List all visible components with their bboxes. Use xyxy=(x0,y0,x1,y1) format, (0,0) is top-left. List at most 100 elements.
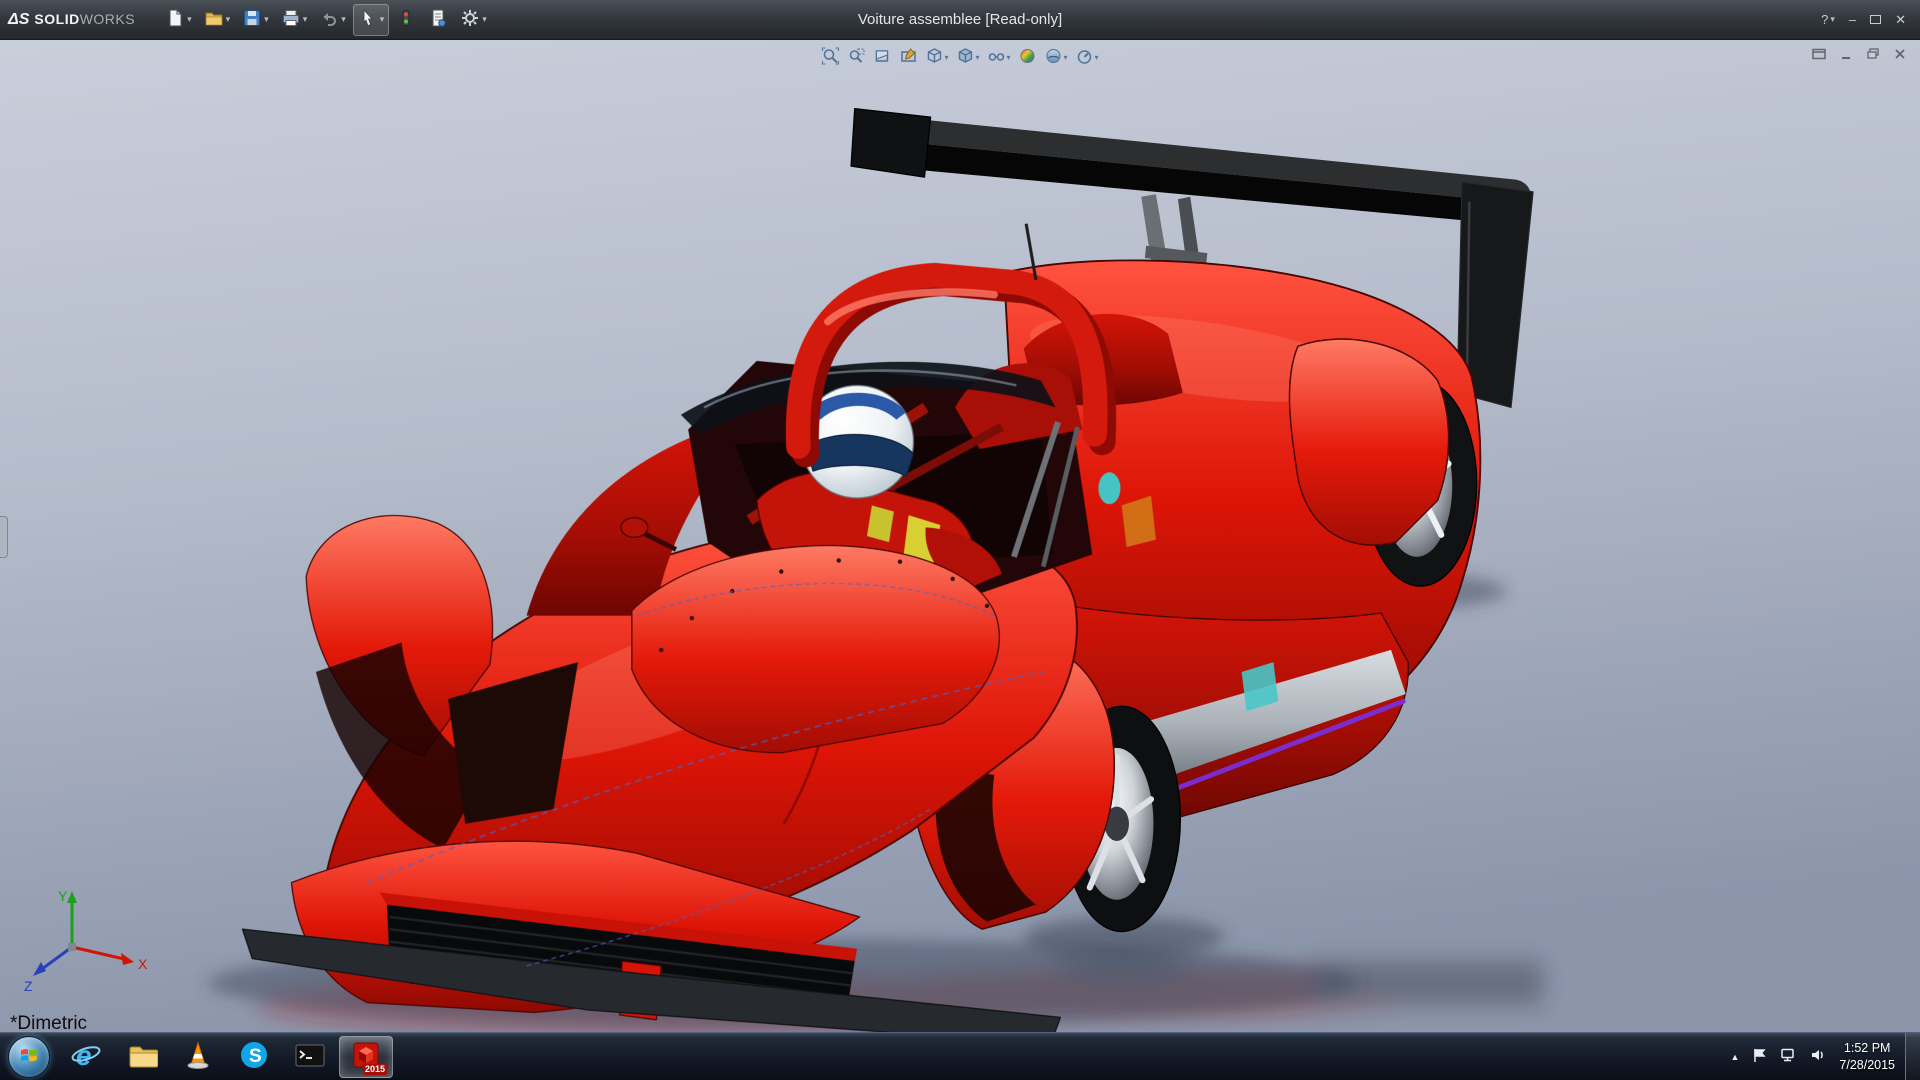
orientation-triad[interactable]: Y X Z xyxy=(22,885,162,1000)
close-button[interactable]: ✕ xyxy=(1895,13,1906,26)
solidworks-logo: ΔS SOLIDWORKS xyxy=(8,11,135,29)
dropdown-arrow-icon: ▾ xyxy=(341,14,346,25)
restore-icon xyxy=(1865,47,1881,64)
3d-model-canvas[interactable] xyxy=(0,40,1920,1032)
file-properties-button[interactable] xyxy=(423,4,453,36)
zoom-to-area-icon xyxy=(847,47,865,68)
maximize-icon xyxy=(1870,15,1881,24)
select-cursor-icon xyxy=(358,8,378,31)
open-button[interactable]: ▾ xyxy=(199,4,236,36)
taskbar-command-prompt-button[interactable] xyxy=(283,1036,337,1078)
window-controls: ?▾ – ✕ xyxy=(1821,13,1912,26)
fullscreen-icon xyxy=(1811,47,1827,64)
rebuild-traffic-light-icon xyxy=(396,8,416,31)
zoom-to-fit-icon xyxy=(821,47,839,68)
open-folder-icon xyxy=(204,8,224,31)
triad-y-label: Y xyxy=(58,888,68,904)
taskbar-skype-button[interactable]: S xyxy=(227,1036,281,1078)
view-orientation-button[interactable]: ▾ xyxy=(921,44,952,70)
select-tool-button[interactable]: ▾ xyxy=(353,4,390,36)
dropdown-arrow-icon: ▾ xyxy=(944,53,948,62)
dropdown-arrow-icon: ▾ xyxy=(380,14,385,25)
apply-scene-icon xyxy=(1045,47,1063,68)
options-gear-icon xyxy=(460,8,480,31)
new-document-button[interactable]: ▾ xyxy=(160,4,197,36)
dropdown-arrow-icon: ▾ xyxy=(1064,53,1068,62)
view-settings-gauge-icon xyxy=(1076,47,1094,68)
windows-taskbar: e S 2015 ▲ 1:52 PM 7/28/2015 xyxy=(0,1032,1920,1080)
flag-icon xyxy=(1752,1047,1767,1066)
taskbar-media-player-button[interactable] xyxy=(171,1036,225,1078)
clock-date: 7/28/2015 xyxy=(1839,1058,1895,1072)
document-restore-button[interactable] xyxy=(1861,45,1885,65)
3d-drawing-view-button[interactable] xyxy=(895,44,921,70)
brand-text-solid: SOLID xyxy=(34,11,79,27)
options-button[interactable]: ▾ xyxy=(455,4,492,36)
apply-scene-button[interactable]: ▾ xyxy=(1041,44,1072,70)
document-minimize-button[interactable] xyxy=(1834,45,1858,65)
network-status-button[interactable] xyxy=(1780,1047,1797,1066)
rebuild-button[interactable] xyxy=(391,4,421,36)
3d-drawing-view-icon xyxy=(899,47,917,68)
start-button[interactable] xyxy=(8,1036,50,1078)
action-center-button[interactable] xyxy=(1752,1047,1767,1066)
display-style-button[interactable]: ▾ xyxy=(952,44,983,70)
triad-z-label: Z xyxy=(24,978,33,994)
close-icon xyxy=(1892,47,1908,64)
triad-x-label: X xyxy=(138,956,148,972)
print-button[interactable]: ▾ xyxy=(276,4,313,36)
taskbar-solidworks-button[interactable]: 2015 xyxy=(339,1036,393,1078)
undo-icon xyxy=(319,8,339,31)
dropdown-arrow-icon: ▾ xyxy=(187,14,192,25)
view-orientation-label: *Dimetric xyxy=(10,1013,87,1032)
document-fullscreen-button[interactable] xyxy=(1807,45,1831,65)
minimize-icon xyxy=(1838,47,1854,64)
window-title: Voiture assemblee [Read-only] xyxy=(858,11,1062,28)
zoom-to-area-button[interactable] xyxy=(843,44,869,70)
windows-flag-icon xyxy=(18,1044,40,1069)
save-button[interactable]: ▾ xyxy=(237,4,274,36)
dropdown-arrow-icon: ▾ xyxy=(226,14,231,25)
help-button[interactable]: ?▾ xyxy=(1821,13,1835,26)
taskbar-internet-explorer-button[interactable]: e xyxy=(59,1036,113,1078)
clock-time: 1:52 PM xyxy=(1844,1041,1891,1055)
save-icon xyxy=(242,8,262,31)
view-settings-button[interactable]: ▾ xyxy=(1072,44,1103,70)
solidworks-window: ΔS SOLIDWORKS ▾ ▾ ▾ ▾ ▾ ▾ xyxy=(0,0,1920,1080)
skype-icon: S xyxy=(238,1039,270,1074)
dropdown-arrow-icon: ▾ xyxy=(1006,53,1010,62)
edit-appearance-button[interactable] xyxy=(1015,44,1041,70)
hide-show-eyeglasses-icon xyxy=(987,47,1005,68)
command-prompt-icon xyxy=(293,1039,327,1074)
graphics-area: ▾ ▾ ▾ ▾ ▾ Y X Z *Dimetric xyxy=(0,40,1920,1032)
taskbar-clock[interactable]: 1:52 PM 7/28/2015 xyxy=(1839,1040,1895,1074)
svg-text:S: S xyxy=(249,1046,262,1067)
minimize-button[interactable]: – xyxy=(1849,13,1856,26)
traffic-cone-icon xyxy=(183,1039,213,1074)
section-view-button[interactable] xyxy=(869,44,895,70)
display-style-icon xyxy=(956,47,974,68)
dropdown-arrow-icon: ▾ xyxy=(482,14,487,25)
svg-text:e: e xyxy=(76,1040,92,1071)
headsup-view-toolbar: ▾ ▾ ▾ ▾ ▾ xyxy=(817,44,1102,70)
system-tray: ▲ 1:52 PM 7/28/2015 xyxy=(1720,1040,1905,1074)
solidworks-year-badge: 2015 xyxy=(363,1064,387,1075)
dropdown-arrow-icon: ▾ xyxy=(1830,15,1835,24)
panel-splitter-handle[interactable] xyxy=(0,516,8,558)
document-close-button[interactable] xyxy=(1888,45,1912,65)
volume-button[interactable] xyxy=(1810,1047,1826,1066)
document-window-controls xyxy=(1804,45,1912,65)
zoom-to-fit-button[interactable] xyxy=(817,44,843,70)
network-icon xyxy=(1780,1047,1797,1066)
maximize-button[interactable] xyxy=(1870,15,1881,24)
3ds-logo-icon: ΔS xyxy=(8,11,29,29)
taskbar-file-explorer-button[interactable] xyxy=(115,1036,169,1078)
view-orientation-cube-icon xyxy=(925,47,943,68)
titlebar: ΔS SOLIDWORKS ▾ ▾ ▾ ▾ ▾ ▾ xyxy=(0,0,1920,40)
undo-button[interactable]: ▾ xyxy=(314,4,351,36)
hide-show-items-button[interactable]: ▾ xyxy=(983,44,1014,70)
edit-appearance-sphere-icon xyxy=(1019,47,1037,68)
print-icon xyxy=(281,8,301,31)
show-hidden-icons-button[interactable]: ▲ xyxy=(1730,1052,1739,1062)
show-desktop-button[interactable] xyxy=(1905,1033,1920,1080)
